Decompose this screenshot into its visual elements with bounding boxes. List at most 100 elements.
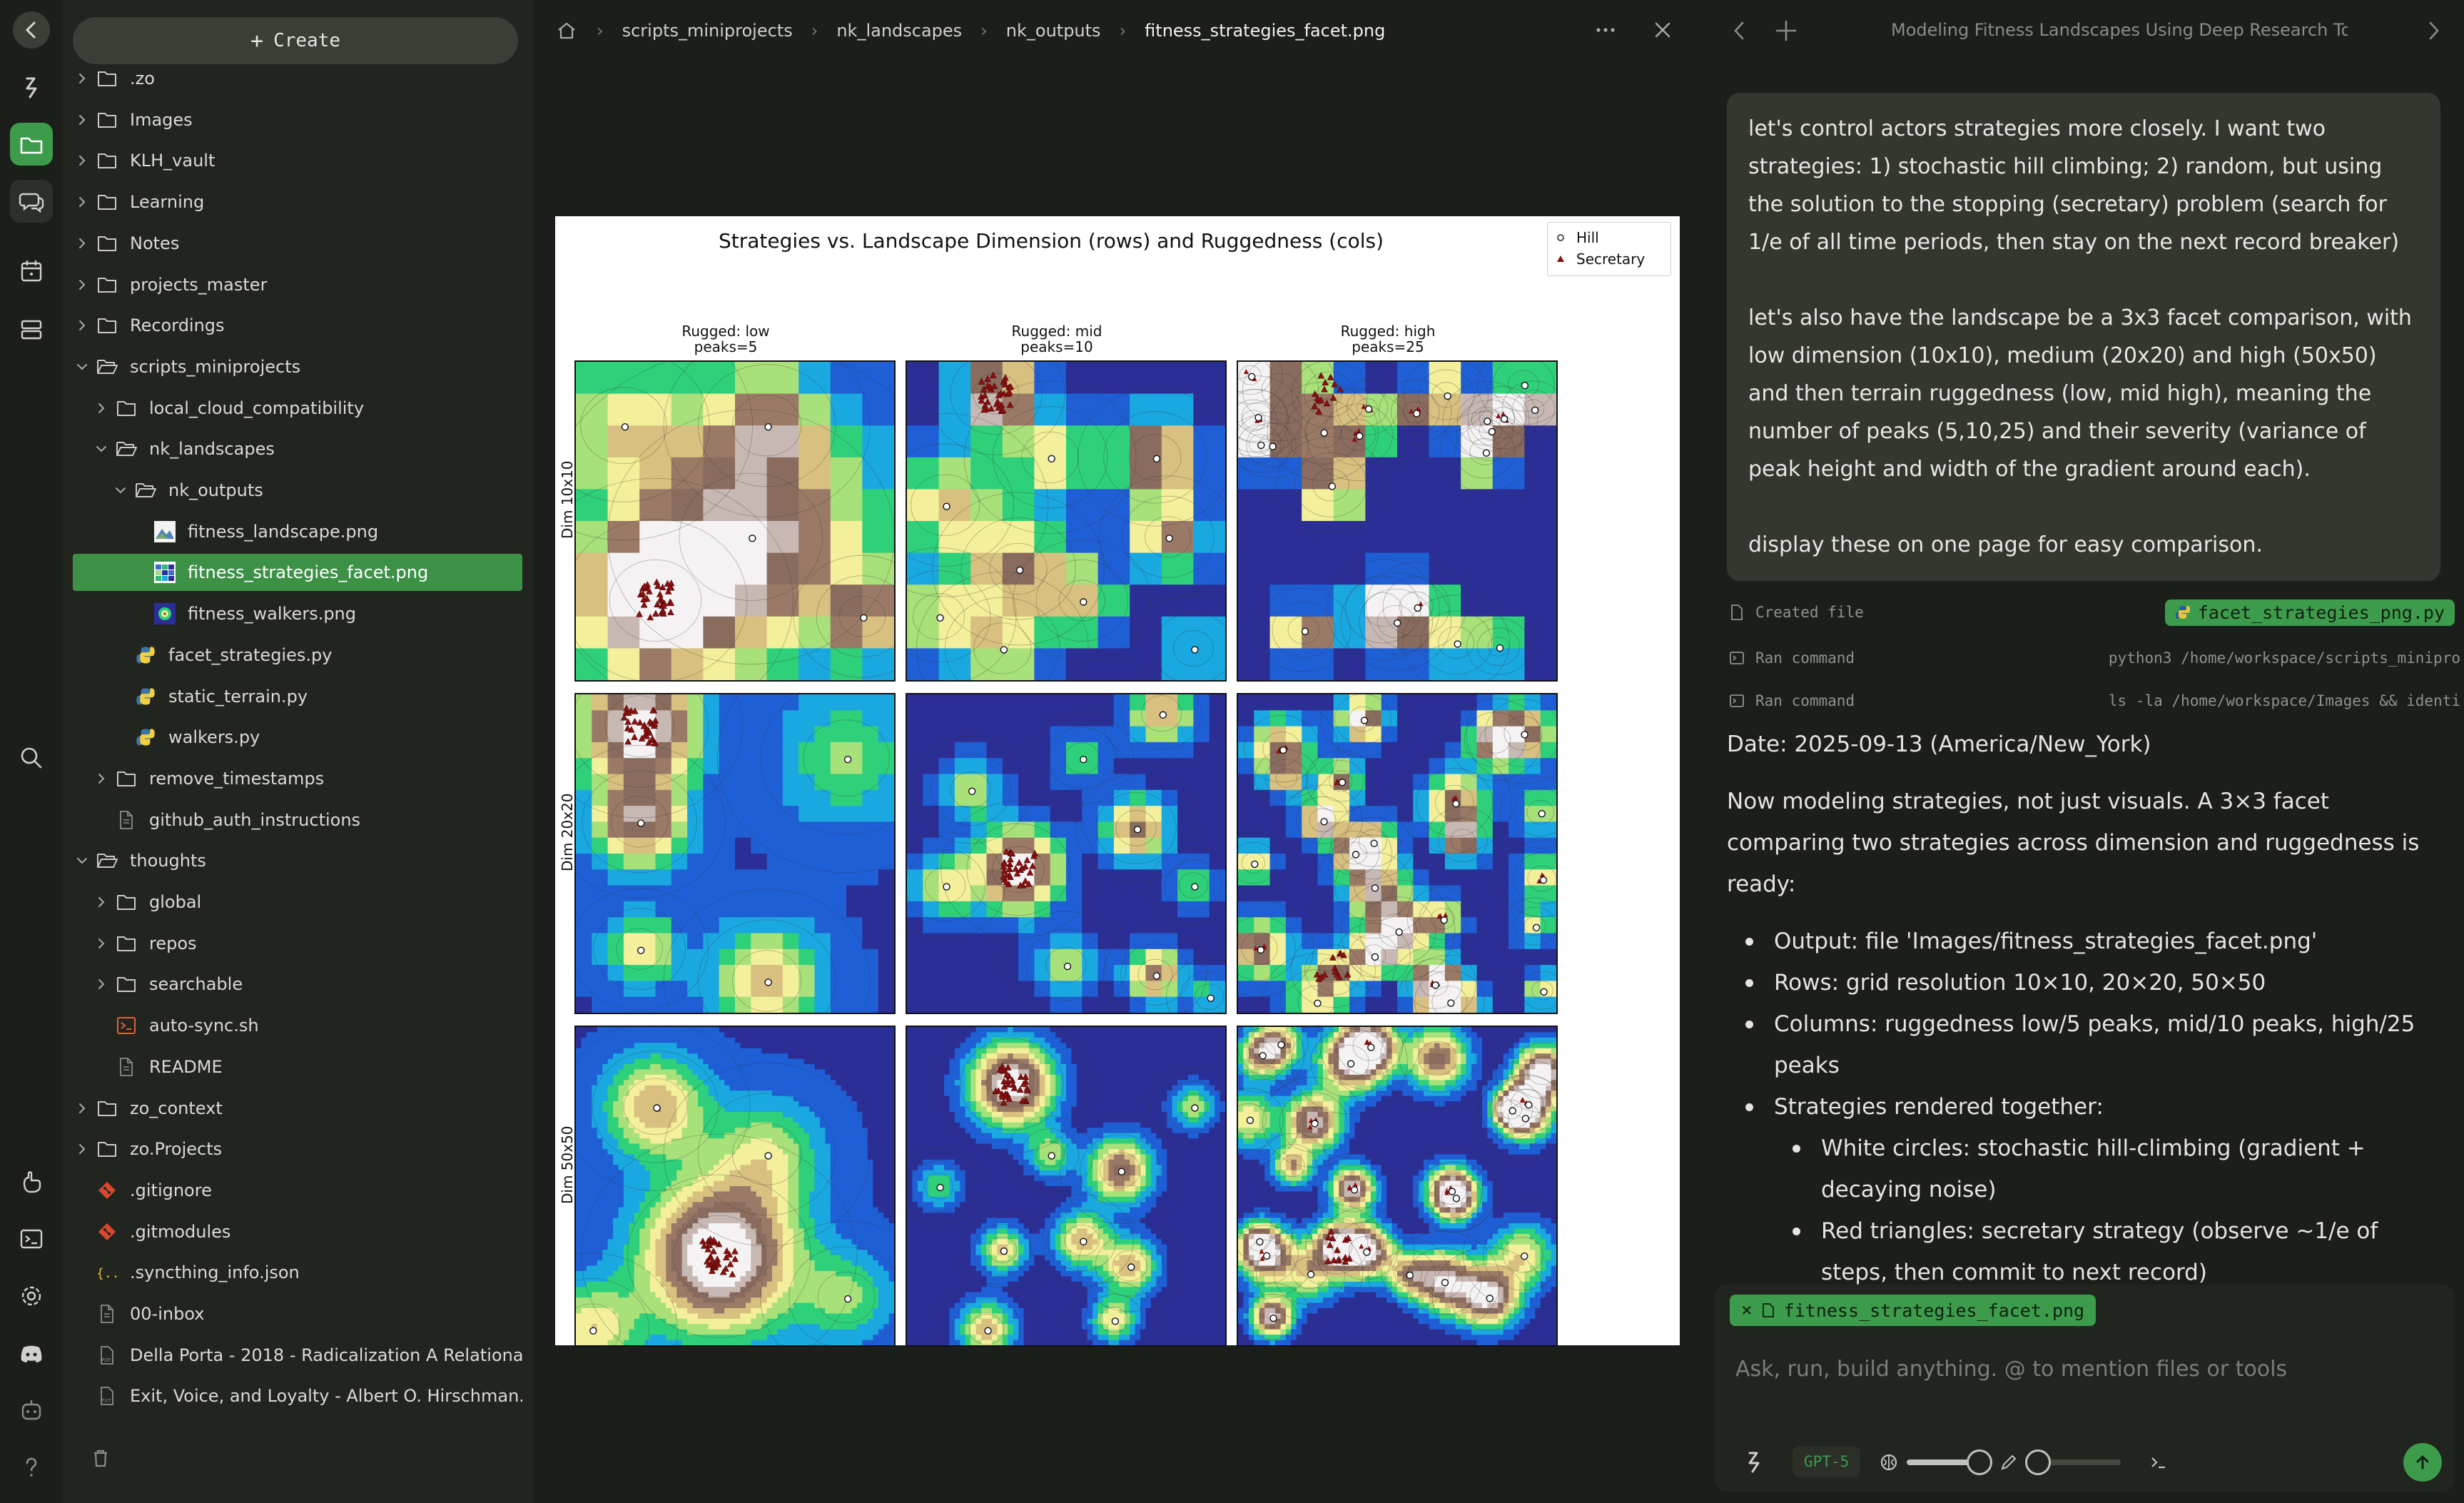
tree-item-label: global xyxy=(149,892,202,912)
chevron-right-icon[interactable] xyxy=(92,402,111,415)
server-icon[interactable] xyxy=(10,308,53,351)
tree-folder[interactable]: Images xyxy=(73,101,522,138)
terminal-icon[interactable] xyxy=(10,1218,53,1260)
heatmap-cell xyxy=(777,1170,784,1176)
tree-file[interactable]: walkers.py xyxy=(73,719,522,756)
tree-file[interactable]: PDF Della Porta - 2018 - Radicalization A… xyxy=(73,1337,522,1374)
tree-folder[interactable]: Recordings xyxy=(73,307,522,344)
discord-icon[interactable] xyxy=(10,1332,53,1375)
hand-icon[interactable] xyxy=(10,1160,53,1203)
heatmap-cell xyxy=(1238,742,1254,759)
heatmap-cell xyxy=(671,1175,677,1182)
chevron-right-icon[interactable] xyxy=(73,154,91,167)
chevron-right-icon[interactable] xyxy=(73,113,91,126)
heatmap-cell xyxy=(907,710,923,727)
calendar-icon[interactable] xyxy=(10,250,53,293)
tree-file[interactable]: {..}.syncthing_info.json xyxy=(73,1254,522,1291)
chevron-right-icon[interactable] xyxy=(92,978,111,991)
tree-file[interactable]: README xyxy=(73,1048,522,1086)
heatmap-cell xyxy=(954,996,971,1013)
more-options-icon[interactable] xyxy=(1591,17,1620,43)
chevron-down-icon[interactable] xyxy=(73,855,91,866)
heatmap-cell xyxy=(782,1027,789,1033)
chat-icon[interactable] xyxy=(10,180,53,223)
heatmap-cell xyxy=(923,948,940,966)
trash-icon[interactable] xyxy=(88,1446,113,1470)
breadcrumb-item[interactable]: scripts_miniprojects xyxy=(622,21,793,41)
heatmap-cell xyxy=(836,1090,842,1097)
zo-logo-icon[interactable] xyxy=(10,66,53,108)
tree-file[interactable]: .gitmodules xyxy=(73,1213,522,1250)
chevron-right-icon[interactable] xyxy=(73,278,91,291)
chevron-right-icon[interactable] xyxy=(92,772,111,785)
heatmap-cell xyxy=(581,1250,587,1256)
collapse-sidebar-button[interactable] xyxy=(10,9,53,51)
tree-file[interactable]: github_auth_instructions xyxy=(73,801,522,839)
help-icon[interactable] xyxy=(10,1446,53,1489)
heatmap-cell xyxy=(703,1048,709,1054)
heatmap-cell xyxy=(782,1138,789,1145)
chevron-down-icon[interactable] xyxy=(111,485,130,496)
tree-folder[interactable]: local_cloud_compatibility xyxy=(73,390,522,427)
create-button[interactable]: + Create xyxy=(73,17,518,64)
robot-icon[interactable] xyxy=(10,1389,53,1432)
tree-folder[interactable]: repos xyxy=(73,925,522,962)
chevron-down-icon[interactable] xyxy=(73,361,91,373)
tree-file[interactable]: TXT Exit, Voice, and Loyalty - Albert O. … xyxy=(73,1377,522,1415)
tree-file[interactable]: fitness_strategies_facet.png xyxy=(73,554,522,591)
heatmap-cell xyxy=(1130,806,1147,822)
tree-folder[interactable]: nk_landscapes xyxy=(73,430,522,467)
tree-folder[interactable]: scripts_miniprojects xyxy=(73,348,522,385)
breadcrumb-item[interactable]: nk_outputs xyxy=(1006,21,1101,41)
tree-folder[interactable]: Learning xyxy=(73,183,522,221)
tree-folder[interactable]: zo.Projects xyxy=(73,1130,522,1168)
heatmap-cell xyxy=(814,996,831,1013)
tree-file[interactable]: facet_strategies.py xyxy=(73,637,522,674)
heatmap-cell xyxy=(1349,694,1366,711)
heatmap-cell xyxy=(867,1186,873,1193)
tree-folder[interactable]: nk_outputs xyxy=(73,472,522,509)
heatmap-cell xyxy=(841,1064,847,1071)
breadcrumb-item[interactable]: nk_landscapes xyxy=(836,21,962,41)
chevron-right-icon[interactable] xyxy=(73,1143,91,1155)
tree-folder[interactable]: zo_context xyxy=(73,1090,522,1127)
chevron-right-icon[interactable] xyxy=(73,1102,91,1115)
heatmap-cell xyxy=(703,1069,709,1076)
chevron-right-icon[interactable] xyxy=(73,237,91,250)
heatmap-cell xyxy=(1285,726,1302,743)
tree-file[interactable]: .gitignore xyxy=(73,1172,522,1209)
home-icon[interactable] xyxy=(555,19,578,42)
tree-folder[interactable]: thoughts xyxy=(73,842,522,879)
chevron-down-icon[interactable] xyxy=(92,443,111,455)
chevron-right-icon[interactable] xyxy=(92,896,111,909)
heatmap-cell xyxy=(803,1058,810,1065)
tree-folder[interactable]: Notes xyxy=(73,225,522,262)
tree-file[interactable]: auto-sync.sh xyxy=(73,1007,522,1044)
tree-file[interactable]: 00-inbox xyxy=(73,1295,522,1332)
heatmap-cell xyxy=(597,1180,603,1187)
heatmap-cell xyxy=(681,1143,688,1150)
tree-folder[interactable]: projects_master xyxy=(73,266,522,303)
chevron-right-icon[interactable] xyxy=(73,72,91,85)
tree-file[interactable]: fitness_landscape.png xyxy=(73,513,522,550)
heatmap-cell xyxy=(602,1128,609,1134)
tree-folder[interactable]: global xyxy=(73,884,522,921)
breadcrumb-current[interactable]: fitness_strategies_facet.png xyxy=(1145,21,1385,41)
tree-file[interactable]: static_terrain.py xyxy=(73,678,522,715)
chevron-right-icon[interactable] xyxy=(73,196,91,208)
heatmap-cell xyxy=(729,1095,736,1102)
heatmap-cell xyxy=(655,1138,661,1145)
close-icon[interactable] xyxy=(1651,19,1674,41)
settings-gear-icon[interactable] xyxy=(10,1275,53,1317)
search-icon[interactable] xyxy=(10,737,53,779)
tree-folder[interactable]: remove_timestamps xyxy=(73,760,522,797)
chevron-right-icon[interactable] xyxy=(92,937,111,950)
tree-folder[interactable]: KLH_vault xyxy=(73,142,522,179)
chevron-right-icon[interactable] xyxy=(73,319,91,332)
heatmap-cell xyxy=(644,1270,651,1277)
heatmap-cell xyxy=(756,1032,762,1038)
tree-folder[interactable]: .zo xyxy=(73,60,522,97)
files-icon[interactable] xyxy=(10,123,53,166)
tree-file[interactable]: fitness_walkers.png xyxy=(73,595,522,632)
tree-folder[interactable]: searchable xyxy=(73,966,522,1003)
